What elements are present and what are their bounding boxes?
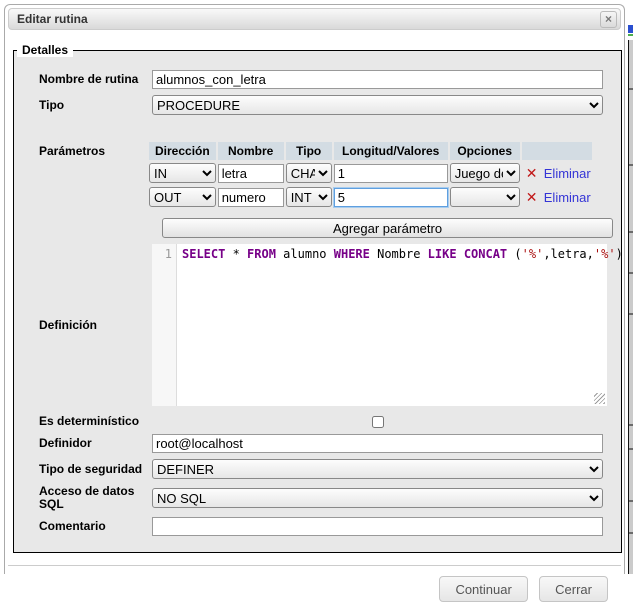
param-type-select[interactable]: INT xyxy=(286,187,332,207)
close-icon[interactable]: × xyxy=(600,11,617,28)
param-direction-select[interactable]: IN xyxy=(149,163,216,183)
dialog-buttonpane: Continuar Cerrar xyxy=(8,565,621,602)
background-row-divider xyxy=(629,313,633,315)
line-number-gutter: 1 xyxy=(152,244,177,406)
is-deterministic-checkbox[interactable] xyxy=(372,416,384,428)
header-length: Longitud/Valores xyxy=(334,142,448,160)
parameter-row: IN CHAI Juego de xyxy=(149,162,592,184)
background-page-sliver xyxy=(626,0,633,574)
delete-param-link[interactable]: Eliminar xyxy=(544,190,591,205)
background-row-divider xyxy=(629,88,633,90)
background-row-divider xyxy=(629,231,633,233)
param-options-select[interactable]: Juego de xyxy=(450,163,520,183)
continue-button[interactable]: Continuar xyxy=(439,576,527,602)
add-parameter-button[interactable]: Agregar parámetro xyxy=(162,218,613,238)
background-blue-icon xyxy=(628,25,633,33)
security-type-label: Tipo de seguridad xyxy=(24,463,152,476)
background-row-divider xyxy=(629,164,633,166)
details-legend: Detalles xyxy=(17,43,73,57)
details-fieldset: Detalles Nombre de rutina Tipo PROCEDURE… xyxy=(13,43,622,553)
param-direction-select[interactable]: OUT xyxy=(149,187,216,207)
background-table-edge xyxy=(628,40,633,574)
parameters-label: Parámetros xyxy=(24,121,152,158)
edit-routine-dialog: Editar rutina × Detalles Nombre de rutin… xyxy=(4,4,625,574)
close-button[interactable]: Cerrar xyxy=(539,576,608,602)
param-name-input[interactable] xyxy=(218,188,284,207)
dialog-titlebar[interactable]: Editar rutina × xyxy=(8,8,621,30)
sql-code-line[interactable]: SELECT * FROM alumno WHERE Nombre LIKE C… xyxy=(177,244,623,406)
header-name: Nombre xyxy=(218,142,284,160)
parameter-row: OUT INT xyxy=(149,186,592,208)
delete-param-x-icon[interactable]: ✕ xyxy=(526,165,538,181)
delete-param-link[interactable]: Eliminar xyxy=(544,166,591,181)
param-options-select[interactable] xyxy=(450,187,520,207)
delete-param-x-icon[interactable]: ✕ xyxy=(526,189,538,205)
param-type-select[interactable]: CHAI xyxy=(286,163,332,183)
definition-code-editor[interactable]: 1 SELECT * FROM alumno WHERE Nombre LIKE… xyxy=(152,244,607,406)
definer-input[interactable] xyxy=(152,434,603,453)
background-row-divider xyxy=(629,272,633,274)
header-type: Tipo xyxy=(286,142,332,160)
definer-label: Definidor xyxy=(24,437,152,450)
param-length-input[interactable] xyxy=(334,188,448,207)
background-row-divider xyxy=(629,424,633,426)
background-row-divider xyxy=(629,448,633,450)
routine-type-select[interactable]: PROCEDURE xyxy=(152,95,603,115)
line-number: 1 xyxy=(165,247,172,261)
param-length-input[interactable] xyxy=(334,164,448,183)
sql-data-access-select[interactable]: NO SQL xyxy=(152,488,603,508)
parameters-table: Dirección Nombre Tipo Longitud/Valores O… xyxy=(147,140,594,210)
routine-name-input[interactable] xyxy=(152,70,603,89)
definition-label: Definición xyxy=(24,319,152,332)
parameters-header-row: Dirección Nombre Tipo Longitud/Valores O… xyxy=(149,142,592,160)
routine-name-label: Nombre de rutina xyxy=(24,73,152,86)
comment-label: Comentario xyxy=(24,520,152,533)
background-green-line xyxy=(628,34,633,36)
sql-data-access-label: Acceso de datos SQL xyxy=(24,485,152,511)
dialog-title: Editar rutina xyxy=(17,12,88,26)
resize-grip-icon[interactable] xyxy=(594,393,605,404)
header-options: Opciones xyxy=(450,142,520,160)
background-row-divider xyxy=(629,500,633,502)
is-deterministic-label: Es determinístico xyxy=(24,415,152,428)
comment-input[interactable] xyxy=(152,517,603,536)
routine-type-label: Tipo xyxy=(24,99,152,112)
background-row-divider xyxy=(629,532,633,534)
header-direction: Dirección xyxy=(149,142,216,160)
security-type-select[interactable]: DEFINER xyxy=(152,459,603,479)
param-name-input[interactable] xyxy=(218,164,284,183)
